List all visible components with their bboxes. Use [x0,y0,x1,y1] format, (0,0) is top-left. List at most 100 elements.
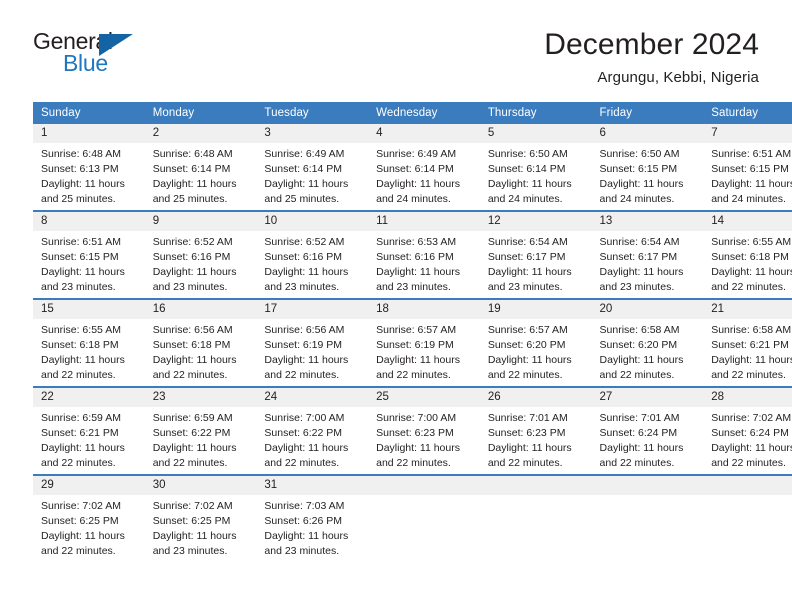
calendar-day-cell[interactable]: 12 Sunrise: 6:54 AM Sunset: 6:17 PM Dayligh… [479,209,592,299]
daylight-line-1: Daylight: 11 hours [711,265,792,278]
daylight-line-1: Daylight: 11 hours [152,177,237,190]
calendar-day-cell[interactable]: 23 Sunrise: 6:59 AM Sunset: 6:22 PM Dayligh… [144,385,257,475]
calendar-empty-cell [479,473,592,562]
daylight-line-2: and 22 minutes. [152,456,228,469]
calendar-day-cell[interactable]: 25 Sunrise: 7:00 AM Sunset: 6:23 PM Dayligh… [368,385,480,475]
day-details: Sunrise: 7:02 AM Sunset: 6:25 PM Daylight:… [33,495,145,559]
logo-text-blue: Blue [63,50,108,76]
day-details: Sunrise: 6:56 AM Sunset: 6:19 PM Daylight:… [256,319,368,383]
day-details: Sunrise: 6:55 AM Sunset: 6:18 PM Daylight:… [33,319,145,383]
sunset-time: Sunset: 6:21 PM [711,338,789,351]
daylight-line-2: and 23 minutes. [487,280,563,293]
calendar-day-cell[interactable]: 31 Sunrise: 7:03 AM Sunset: 6:26 PM Dayligh… [256,473,369,562]
calendar-day-cell[interactable]: 24 Sunrise: 7:00 AM Sunset: 6:22 PM Dayligh… [256,385,369,475]
day-details: Sunrise: 6:51 AM Sunset: 6:15 PM Daylight:… [703,143,792,207]
calendar-day-cell[interactable]: 13 Sunrise: 6:54 AM Sunset: 6:17 PM Dayligh… [591,209,704,299]
daylight-line-2: and 22 minutes. [152,368,228,381]
calendar-day-cell[interactable]: 30 Sunrise: 7:02 AM Sunset: 6:25 PM Dayligh… [144,473,257,562]
daylight-line-1: Daylight: 11 hours [376,265,460,278]
day-details: Sunrise: 6:52 AM Sunset: 6:16 PM Daylight:… [256,231,368,295]
calendar-day-cell[interactable]: 27 Sunrise: 7:01 AM Sunset: 6:24 PM Dayligh… [591,385,704,475]
calendar-day-cell[interactable]: 29 Sunrise: 7:02 AM Sunset: 6:25 PM Dayligh… [33,473,145,562]
daylight-line-2: and 22 minutes. [376,456,451,469]
daylight-line-1: Daylight: 11 hours [711,441,792,454]
daylight-line-1: Daylight: 11 hours [487,177,572,190]
daylight-line-1: Daylight: 11 hours [41,265,125,278]
day-details: Sunrise: 7:03 AM Sunset: 6:26 PM Daylight:… [256,495,368,559]
day-number: 3 [256,123,369,143]
calendar-day-cell[interactable]: 11 Sunrise: 6:53 AM Sunset: 6:16 PM Dayligh… [368,209,480,299]
daylight-line-2: and 22 minutes. [41,456,116,469]
day-details: Sunrise: 6:57 AM Sunset: 6:20 PM Daylight:… [480,319,592,383]
calendar-day-cell[interactable]: 17 Sunrise: 6:56 AM Sunset: 6:19 PM Dayligh… [256,297,369,387]
calendar-day-cell[interactable]: 8 Sunrise: 6:51 AM Sunset: 6:15 PM Daylight… [33,209,145,299]
calendar-day-cell[interactable]: 9 Sunrise: 6:52 AM Sunset: 6:16 PM Daylight… [144,209,257,299]
day-details: Sunrise: 6:50 AM Sunset: 6:14 PM Daylight:… [480,143,592,207]
sunrise-time: Sunrise: 6:54 AM [599,235,680,248]
calendar-day-cell[interactable]: 3 Sunrise: 6:49 AM Sunset: 6:14 PM Daylight… [256,123,369,211]
sunrise-sunset-calendar: Sunday Monday Tuesday Wednesday Thursday… [33,101,792,562]
calendar-day-cell[interactable]: 10 Sunrise: 6:52 AM Sunset: 6:16 PM Dayligh… [256,209,369,299]
calendar-day-cell[interactable]: 19 Sunrise: 6:57 AM Sunset: 6:20 PM Dayligh… [479,297,592,387]
day-details: Sunrise: 6:48 AM Sunset: 6:13 PM Daylight:… [33,143,145,207]
sunset-time: Sunset: 6:18 PM [41,338,119,351]
calendar-week-row: 15 Sunrise: 6:55 AM Sunset: 6:18 PM Dayligh… [33,297,792,387]
daylight-line-2: and 22 minutes. [487,456,563,469]
calendar-day-cell[interactable]: 6 Sunrise: 6:50 AM Sunset: 6:15 PM Daylight… [591,123,704,211]
calendar-day-cell[interactable]: 5 Sunrise: 6:50 AM Sunset: 6:14 PM Daylight… [479,123,592,211]
calendar-day-cell[interactable]: 18 Sunrise: 6:57 AM Sunset: 6:19 PM Dayligh… [368,297,480,387]
calendar-day-cell[interactable]: 21 Sunrise: 6:58 AM Sunset: 6:21 PM Dayligh… [703,297,792,387]
sunset-time: Sunset: 6:15 PM [711,162,789,175]
sunset-time: Sunset: 6:16 PM [376,250,454,263]
calendar-day-cell[interactable]: 14 Sunrise: 6:55 AM Sunset: 6:18 PM Dayligh… [703,209,792,299]
day-details: Sunrise: 6:54 AM Sunset: 6:17 PM Daylight:… [592,231,704,295]
calendar-day-cell[interactable]: 22 Sunrise: 6:59 AM Sunset: 6:21 PM Dayligh… [33,385,145,475]
calendar-day-cell[interactable]: 16 Sunrise: 6:56 AM Sunset: 6:18 PM Dayligh… [144,297,257,387]
daylight-line-2: and 22 minutes. [487,368,563,381]
day-details: Sunrise: 6:59 AM Sunset: 6:22 PM Daylight:… [145,407,257,471]
calendar-day-cell[interactable]: 26 Sunrise: 7:01 AM Sunset: 6:23 PM Dayligh… [479,385,592,475]
day-details: Sunrise: 6:48 AM Sunset: 6:14 PM Daylight:… [145,143,257,207]
day-number: 24 [256,387,369,407]
day-details: Sunrise: 6:50 AM Sunset: 6:15 PM Daylight:… [592,143,704,207]
daylight-line-1: Daylight: 11 hours [264,265,349,278]
daylight-line-2: and 22 minutes. [711,368,786,381]
day-number: 10 [256,211,369,231]
sunset-time: Sunset: 6:13 PM [41,162,119,175]
general-blue-logo[interactable]: General Blue [33,28,153,80]
calendar-day-cell[interactable]: 15 Sunrise: 6:55 AM Sunset: 6:18 PM Dayligh… [33,297,145,387]
day-number: 13 [591,211,704,231]
calendar-day-cell[interactable]: 20 Sunrise: 6:58 AM Sunset: 6:20 PM Dayligh… [591,297,704,387]
sunrise-time: Sunrise: 7:03 AM [264,499,345,512]
sunset-time: Sunset: 6:15 PM [41,250,119,263]
calendar-day-cell[interactable]: 7 Sunrise: 6:51 AM Sunset: 6:15 PM Daylight… [703,123,792,211]
day-details: Sunrise: 7:01 AM Sunset: 6:23 PM Daylight:… [480,407,592,471]
sunrise-time: Sunrise: 6:57 AM [376,323,457,336]
day-number: 8 [33,211,145,231]
calendar-day-cell[interactable]: 2 Sunrise: 6:48 AM Sunset: 6:14 PM Daylight… [144,123,257,211]
sunrise-time: Sunrise: 6:56 AM [264,323,345,336]
daylight-line-1: Daylight: 11 hours [152,265,237,278]
calendar-week-row: 22 Sunrise: 6:59 AM Sunset: 6:21 PM Dayligh… [33,385,792,475]
sunset-time: Sunset: 6:14 PM [152,162,231,175]
sunrise-time: Sunrise: 7:02 AM [41,499,121,512]
daylight-line-2: and 23 minutes. [152,280,228,293]
calendar-day-cell[interactable]: 28 Sunrise: 7:02 AM Sunset: 6:24 PM Dayligh… [703,385,792,475]
sunrise-time: Sunrise: 6:52 AM [264,235,345,248]
daylight-line-1: Daylight: 11 hours [711,177,792,190]
calendar-day-cell[interactable]: 1 Sunrise: 6:48 AM Sunset: 6:13 PM Daylight… [33,123,145,211]
sunrise-time: Sunrise: 6:57 AM [487,323,568,336]
daylight-line-2: and 24 minutes. [487,192,563,205]
day-details: Sunrise: 6:59 AM Sunset: 6:21 PM Daylight:… [33,407,145,471]
daylight-line-1: Daylight: 11 hours [487,353,572,366]
sunrise-time: Sunrise: 6:49 AM [376,147,457,160]
sunrise-time: Sunrise: 6:54 AM [487,235,568,248]
daylight-line-2: and 22 minutes. [41,544,116,557]
day-number: 2 [144,123,257,143]
calendar-day-cell[interactable]: 4 Sunrise: 6:49 AM Sunset: 6:14 PM Daylight… [368,123,480,211]
sunrise-time: Sunrise: 7:02 AM [152,499,233,512]
daylight-line-2: and 22 minutes. [599,456,675,469]
calendar-page: General Blue December 2024 Argungu, Kebb… [0,0,792,612]
sunset-time: Sunset: 6:22 PM [264,426,343,439]
sunset-time: Sunset: 6:25 PM [41,514,119,527]
